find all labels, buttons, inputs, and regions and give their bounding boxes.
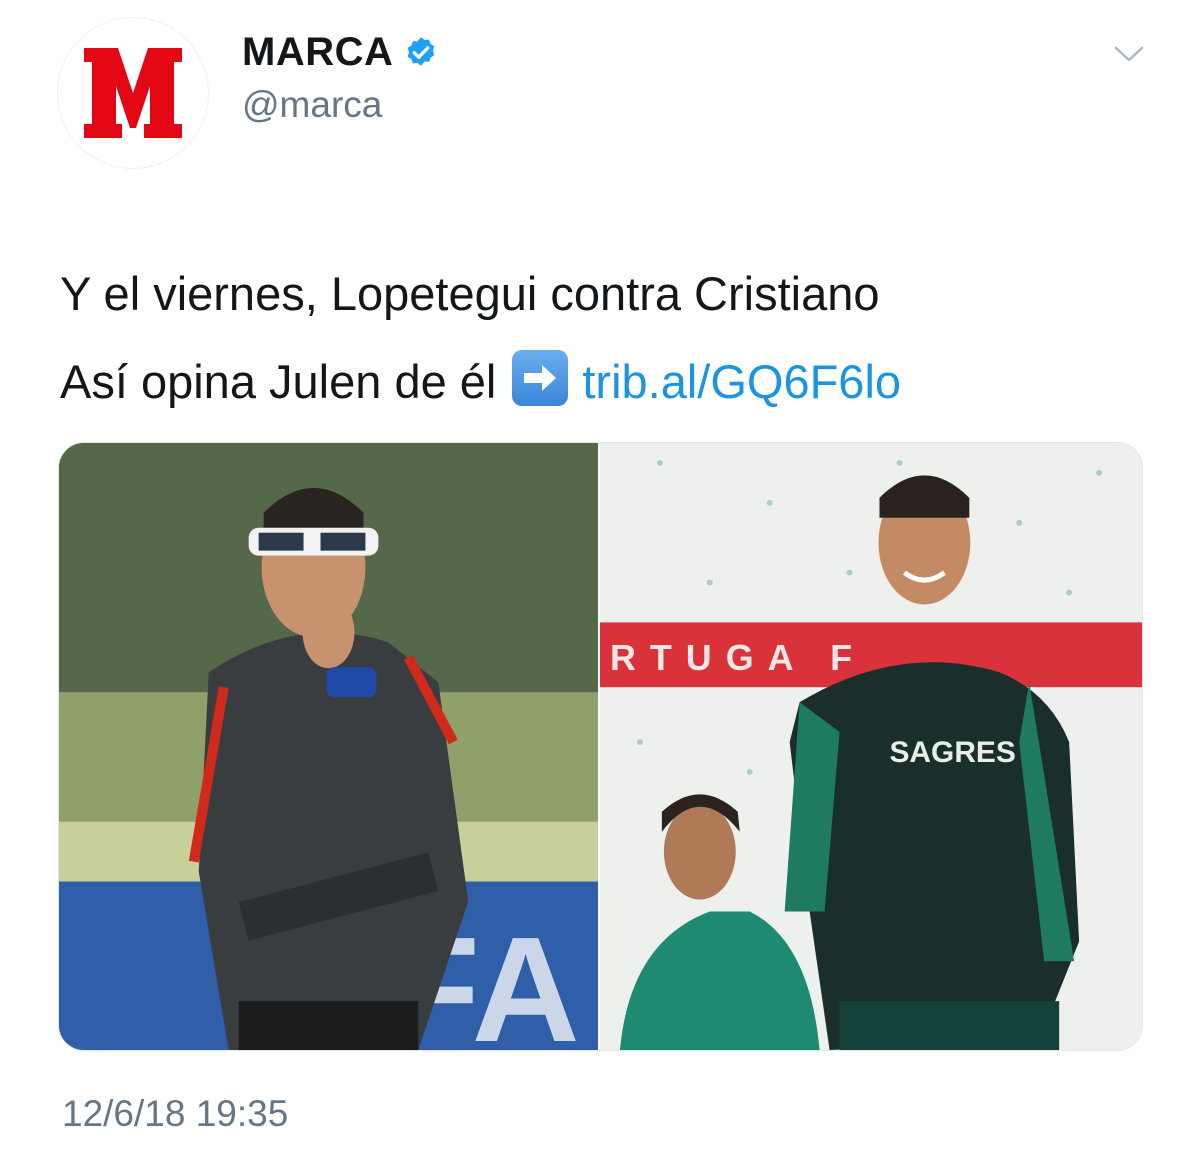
author-handle[interactable]: @marca: [242, 84, 382, 126]
media-photo-left[interactable]: FA: [59, 443, 598, 1050]
tweet-text-line-1: Y el viernes, Lopetegui contra Cristiano: [60, 267, 880, 320]
display-name[interactable]: MARCA: [242, 30, 393, 75]
media-photo-right[interactable]: RTUGA F SAGRES: [600, 443, 1142, 1050]
tweet-text: Y el viernes, Lopetegui contra Cristiano…: [60, 250, 901, 426]
avatar[interactable]: [57, 17, 209, 169]
tweet-timestamp[interactable]: 12/6/18 19:35: [62, 1093, 288, 1135]
player-photo-illustration: RTUGA F SAGRES: [600, 443, 1142, 1050]
coach-photo-illustration: FA: [59, 443, 598, 1050]
marca-logo: [84, 48, 182, 138]
author-name-row[interactable]: MARCA: [242, 30, 439, 75]
tweet-text-line-2-prefix: Así opina Julen de él: [60, 355, 497, 408]
chevron-down-icon[interactable]: [1112, 42, 1146, 66]
shirt-sponsor: SAGRES: [889, 736, 1015, 769]
verified-badge-icon: [408, 36, 435, 66]
right-arrow-emoji-icon: [512, 350, 569, 406]
tweet-media[interactable]: FA RTUGA F SAGRES: [58, 442, 1143, 1051]
banner-text: RTUGA F: [610, 638, 866, 678]
tweet-link[interactable]: trib.al/GQ6F6lo: [582, 355, 901, 408]
tweet-text-line-2: Así opina Julen de él trib.al/GQ6F6lo: [60, 338, 901, 426]
